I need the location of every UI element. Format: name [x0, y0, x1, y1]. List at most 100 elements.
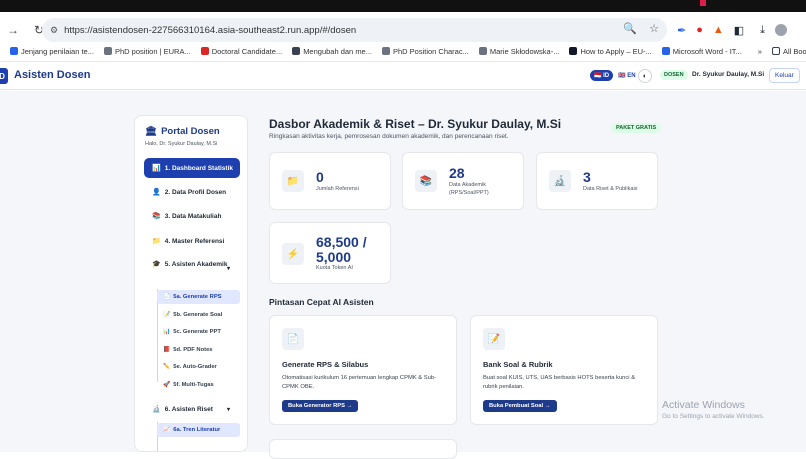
- portal-logo-icon: 🏛: [145, 126, 158, 137]
- bookmark-item[interactable]: Marie Skłodowska-...: [478, 47, 559, 56]
- folder-icon: 📁: [152, 238, 161, 245]
- chevron-down-icon: ▾: [226, 266, 230, 272]
- stat-label: Jumlah Referensi: [316, 186, 359, 192]
- graduation-icon: 🎓: [152, 261, 161, 268]
- extension-pen-icon[interactable]: ✒: [677, 24, 686, 37]
- shortcut-card-question-bank: 📝 Bank Soal & Rubrik Buat soal KUIS, UTS…: [470, 315, 658, 425]
- sidebar-item-academic-assistant[interactable]: 🎓 5. Asisten Akademik ▾: [144, 255, 240, 285]
- app-logo: D: [0, 68, 8, 84]
- stat-label: Data Akademik (RPS/Soal/PPT): [449, 182, 489, 197]
- stat-card-research-data: 🔬 3 Data Riset & Publikasi: [536, 152, 658, 210]
- profile-avatar-icon[interactable]: [775, 24, 788, 36]
- forward-icon[interactable]: →: [6, 23, 20, 37]
- bookmark-item[interactable]: Microsoft Word - IT...: [661, 47, 742, 56]
- sidebar-subitem-multi-tugas[interactable]: 🚀 5f. Multi-Tugas: [157, 378, 240, 392]
- sidebar-subitem-generate-soal[interactable]: 📝 5b. Generate Soal: [157, 308, 240, 322]
- role-badge: DOSEN: [660, 70, 688, 80]
- sidebar-item-courses[interactable]: 📚 3. Data Matakuliah: [144, 206, 240, 226]
- chart-icon: 📊: [152, 165, 161, 172]
- bookmark-item[interactable]: PhD Position Charac...: [381, 47, 469, 56]
- lightning-icon: ⚡: [282, 243, 304, 265]
- extension-fox-icon[interactable]: ▲: [713, 24, 724, 36]
- books-icon: 📚: [152, 213, 161, 220]
- bookmark-item[interactable]: Doctoral Candidate...: [200, 47, 282, 56]
- record-indicator: [700, 0, 706, 6]
- bookmark-item[interactable]: How to Apply – EU-...: [569, 47, 652, 56]
- stat-label: Kuota Token AI: [316, 265, 353, 271]
- sidebar-subitem-pdf-notes[interactable]: 📕 5d. PDF Notes: [157, 343, 240, 357]
- document-icon: 📄: [163, 294, 171, 300]
- sidebar: 🏛 Portal Dosen Halo, Dr. Syukur Daulay, M…: [134, 115, 248, 452]
- bookmark-item[interactable]: Jenjang penilaian te...: [10, 47, 94, 56]
- sidebar-item-references[interactable]: 📁 4. Master Referensi: [144, 231, 240, 251]
- window-top-strip: [0, 0, 806, 12]
- trend-chart-icon: 📈: [163, 427, 171, 433]
- sidebar-item-profile[interactable]: 👤 2. Data Profil Dosen: [144, 182, 240, 202]
- language-toggle[interactable]: 🇮🇩 ID 🇬🇧 EN: [590, 70, 639, 81]
- os-activation-watermark: Activate Windows: [662, 399, 745, 411]
- bookmark-favicon-icon: [661, 47, 670, 55]
- stat-value: 0: [316, 169, 324, 185]
- pencil-icon: ✏️: [163, 364, 171, 370]
- rocket-icon: 🚀: [163, 382, 171, 388]
- lang-id-option[interactable]: 🇮🇩 ID: [590, 70, 614, 81]
- card-description: Buat soal KUIS, UTS, UAS berbasis HOTS b…: [483, 375, 636, 390]
- bookmarks-bar: Jenjang penilaian te... PhD position | E…: [0, 44, 806, 58]
- slides-icon: 📊: [163, 329, 171, 335]
- app-brand[interactable]: Asisten Dosen: [14, 69, 90, 81]
- bookmark-favicon-icon: [381, 47, 390, 55]
- sidebar-item-dashboard[interactable]: 📊 1. Dashboard Statistik: [144, 158, 240, 178]
- sidebar-title: 🏛 Portal Dosen: [145, 126, 220, 137]
- shortcuts-title: Pintasan Cepat AI Asisten: [269, 297, 374, 307]
- memo-icon: 📝: [483, 328, 505, 350]
- shortcut-card-partial: [269, 439, 457, 459]
- pdf-book-icon: 📕: [163, 347, 171, 353]
- bookmark-item[interactable]: Mengubah dan me...: [292, 47, 372, 56]
- sidebar-subitem-generate-ppt[interactable]: 📊 5c. Generate PPT: [157, 325, 240, 339]
- sidebar-greeting: Halo, Dr. Syukur Daulay, M.Si: [145, 141, 218, 147]
- all-bookmarks-folder[interactable]: All Bookmarks: [771, 47, 806, 56]
- os-activation-subtext: Go to Settings to activate Windows.: [662, 413, 765, 420]
- extensions-puzzle-icon[interactable]: ◧: [734, 24, 744, 37]
- microscope-icon: 🔬: [549, 170, 571, 192]
- sidebar-item-research-assistant[interactable]: 🔬 6. Asisten Riset ▾: [144, 399, 240, 419]
- chevron-down-icon: ▾: [226, 406, 230, 413]
- extension-tomato-icon[interactable]: ●: [696, 24, 703, 36]
- package-badge: PAKET GRATIS: [611, 123, 662, 133]
- stat-label: Data Riset & Publikasi: [583, 186, 638, 192]
- bookmark-star-icon[interactable]: ☆: [649, 22, 659, 35]
- bookmark-item[interactable]: PhD position | EURA...: [103, 47, 191, 56]
- download-icon[interactable]: ⤓: [760, 24, 765, 37]
- sidebar-subitem-literature-trends[interactable]: 📈 6a. Tren Literatur: [157, 423, 240, 437]
- bookmark-favicon-icon: [200, 47, 209, 55]
- card-title: Bank Soal & Rubrik: [483, 360, 553, 369]
- url-text: https://asistendosen-227566310164.asia-s…: [64, 24, 357, 36]
- lang-en-option[interactable]: 🇬🇧 EN: [615, 70, 638, 81]
- card-description: Otomatisasi kurikulum 16 pertemuan lengk…: [282, 375, 437, 390]
- theme-toggle-moon-icon[interactable]: ◐: [638, 69, 652, 83]
- open-question-maker-button[interactable]: Buka Pembuat Soal →: [483, 400, 557, 412]
- memo-icon: 📝: [163, 312, 171, 318]
- page-subtitle: Ringkasan aktivitas kerja, pemrosesan do…: [269, 133, 509, 140]
- bookmark-overflow-chevron-icon[interactable]: »: [758, 47, 762, 56]
- bookmark-favicon-icon: [292, 47, 301, 55]
- stat-value: 68,500 / 5,000: [316, 234, 367, 265]
- zoom-icon[interactable]: 🔍: [623, 22, 637, 35]
- flag-en-icon: 🇬🇧: [618, 73, 628, 79]
- bookmark-favicon-icon: [569, 47, 578, 55]
- open-rps-generator-button[interactable]: Buka Generator RPS →: [282, 400, 359, 412]
- microscope-icon: 🔬: [152, 406, 161, 413]
- stat-value: 3: [583, 169, 591, 185]
- logout-button[interactable]: Keluar: [769, 68, 800, 83]
- folder-icon: 📁: [282, 170, 304, 192]
- books-icon: 📚: [415, 170, 437, 192]
- stat-card-token-quota: ⚡ 68,500 / 5,000 Kuota Token AI: [269, 222, 391, 284]
- sidebar-subitem-auto-grader[interactable]: ✏️ 5e. Auto-Grader: [157, 360, 240, 374]
- site-info-icon[interactable]: ⚙: [50, 25, 58, 36]
- extensions-area: ✒ ● ▲ ◧ ⤓: [677, 18, 788, 42]
- sidebar-subitem-generate-rps[interactable]: 📄 5a. Generate RPS: [157, 290, 240, 304]
- stat-card-academic-data: 📚 28 Data Akademik (RPS/Soal/PPT): [402, 152, 524, 210]
- page-title: Dasbor Akademik & Riset – Dr. Syukur Dau…: [269, 117, 562, 131]
- bookmark-favicon-icon: [103, 47, 112, 55]
- url-bar[interactable]: ⚙ https://asistendosen-227566310164.asia…: [42, 18, 667, 42]
